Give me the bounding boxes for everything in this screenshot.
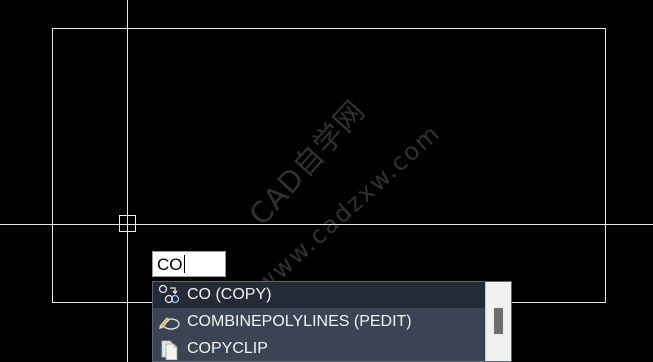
- autocomplete-item-label: CO (COPY): [187, 286, 272, 303]
- scrollbar-thumb[interactable]: [494, 308, 503, 334]
- copyclip-icon: [157, 338, 181, 360]
- dynamic-command-input[interactable]: CO: [152, 251, 226, 277]
- copy-icon: [157, 284, 181, 306]
- command-autocomplete-list[interactable]: CO (COPY) COMBINEPOLYLINES (PEDIT) COPYC…: [152, 281, 512, 362]
- autocomplete-item-label: COMBINEPOLYLINES (PEDIT): [187, 313, 412, 330]
- crosshair-horizontal: [0, 224, 653, 225]
- crosshair-vertical: [127, 0, 128, 362]
- drawing-canvas[interactable]: CAD自学网 www.cadzxw.com CO CO (COPY) COMBI…: [0, 0, 653, 362]
- autocomplete-item-copyclip[interactable]: COPYCLIP: [153, 336, 485, 361]
- cursor-pickbox: [119, 215, 136, 232]
- autocomplete-item-label: COPYCLIP: [187, 340, 268, 357]
- autocomplete-scrollbar[interactable]: [485, 282, 511, 361]
- command-input-text: CO: [157, 255, 183, 274]
- autocomplete-item-combinepolylines[interactable]: COMBINEPOLYLINES (PEDIT): [153, 309, 485, 335]
- text-caret: [183, 255, 185, 273]
- pedit-icon: [157, 311, 181, 333]
- drawn-rectangle[interactable]: [52, 28, 606, 303]
- autocomplete-item-copy[interactable]: CO (COPY): [153, 282, 485, 308]
